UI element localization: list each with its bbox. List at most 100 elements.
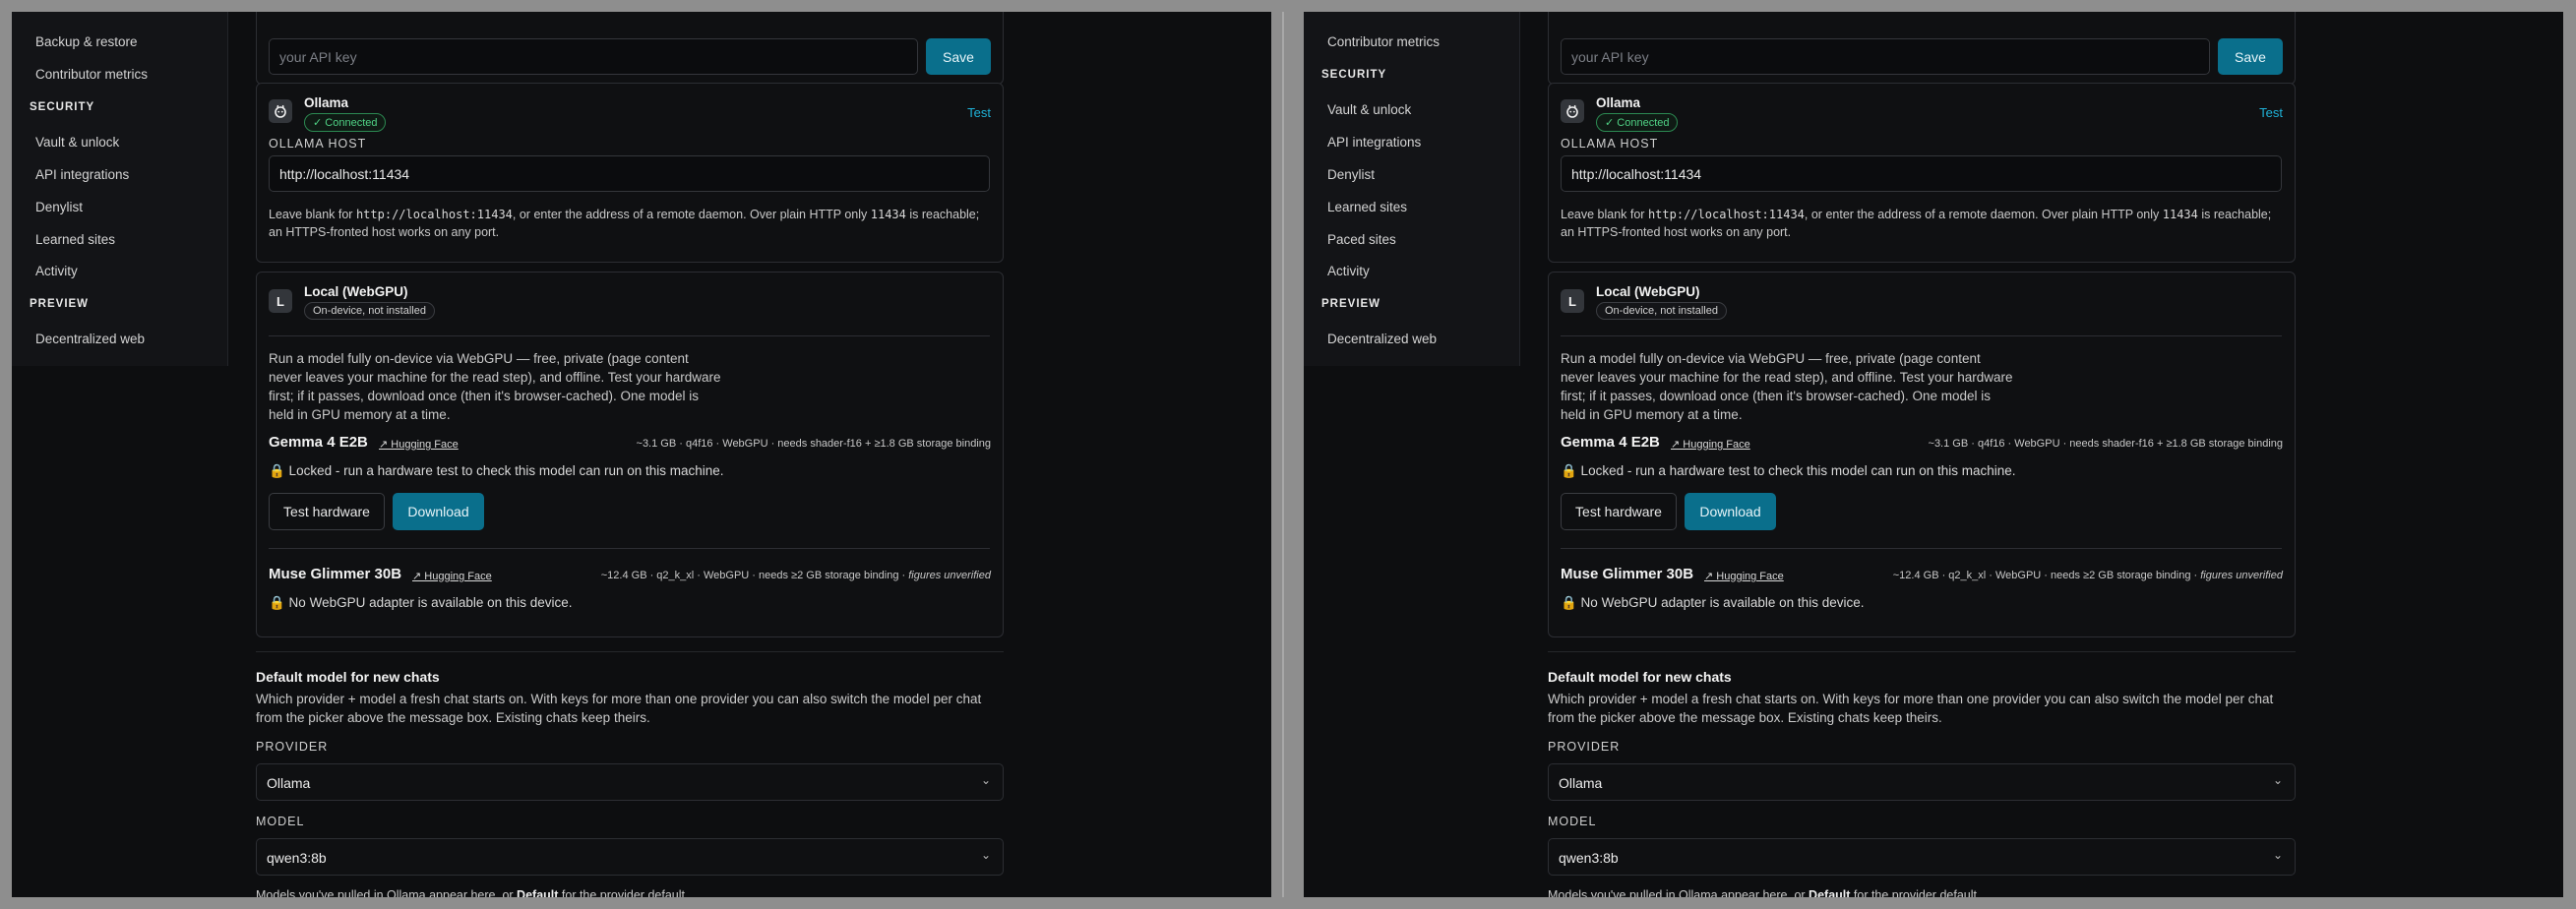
sidebar-item-activity[interactable]: Activity xyxy=(1327,264,1370,279)
test-hardware-button[interactable]: Test hardware xyxy=(269,493,385,530)
ollama-llama-icon xyxy=(269,99,292,123)
ollama-llama-icon xyxy=(1561,99,1584,123)
webgpu-description: Run a model fully on-device via WebGPU —… xyxy=(269,351,721,422)
section-divider xyxy=(256,651,1004,652)
ollama-card: Ollama ✓ Connected Test OLLAMA HOST Leav… xyxy=(256,83,1004,263)
default-model-description: Which provider + model a fresh chat star… xyxy=(256,692,982,725)
hugging-face-link[interactable]: ↗ Hugging Face xyxy=(379,438,459,451)
download-button[interactable]: Download xyxy=(393,493,484,530)
card-divider xyxy=(269,548,990,549)
sidebar-item-vault-unlock[interactable]: Vault & unlock xyxy=(35,135,119,151)
ollama-test-link[interactable]: Test xyxy=(2259,105,2283,120)
meta-text: ~3.1 GB · q4f16 · WebGPU · needs shader-… xyxy=(1928,438,2283,450)
model-help: Models you've pulled in Ollama appear he… xyxy=(1548,888,1980,897)
provider-value: Ollama xyxy=(267,775,311,791)
sidebar-item-denylist[interactable]: Denylist xyxy=(1327,167,1375,183)
model-meta-glimmer: ~12.4 GB · q2_k_xl · WebGPU · needs ≥2 G… xyxy=(601,570,991,581)
foot-text: for the provider default. xyxy=(1850,888,1981,897)
help-text: Leave blank for xyxy=(1561,208,1648,221)
provider-select[interactable]: Ollama ⌄ xyxy=(256,763,1004,801)
lock-status-glimmer: 🔒 No WebGPU adapter is available on this… xyxy=(269,595,573,610)
sidebar-item-learned-sites[interactable]: Learned sites xyxy=(35,232,115,248)
sidebar-item-decentralized-web[interactable]: Decentralized web xyxy=(1327,332,1437,347)
sidebar-item-activity[interactable]: Activity xyxy=(35,264,78,279)
sidebar-item-api-integrations[interactable]: API integrations xyxy=(1327,135,1421,151)
provider-label: PROVIDER xyxy=(256,740,329,754)
hugging-face-link[interactable]: ↗ Hugging Face xyxy=(412,570,492,582)
card-divider xyxy=(1561,335,2282,336)
sidebar-item-learned-sites[interactable]: Learned sites xyxy=(1327,200,1407,215)
meta-text: ~3.1 GB · q4f16 · WebGPU · needs shader-… xyxy=(636,438,991,450)
meta-text: ~12.4 GB · q2_k_xl · WebGPU · needs ≥2 G… xyxy=(600,570,909,581)
api-key-input[interactable] xyxy=(1561,38,2210,75)
provider-value: Ollama xyxy=(1559,775,1603,791)
connected-badge: ✓ Connected xyxy=(1596,113,1679,132)
model-select[interactable]: qwen3:8b ⌄ xyxy=(256,838,1004,876)
sidebar-item-contributor-metrics[interactable]: Contributor metrics xyxy=(35,67,148,83)
window-separator xyxy=(1282,12,1284,897)
download-button[interactable]: Download xyxy=(1685,493,1776,530)
webgpu-card: L Local (WebGPU) On-device, not installe… xyxy=(256,272,1004,637)
model-select[interactable]: qwen3:8b ⌄ xyxy=(1548,838,2296,876)
provider-name-ollama: Ollama xyxy=(304,95,349,110)
model-label: MODEL xyxy=(1548,815,1597,828)
help-code-port: 11434 xyxy=(870,208,906,221)
provider-label: PROVIDER xyxy=(1548,740,1621,754)
api-key-card: Save xyxy=(1548,12,2296,85)
sidebar-item-decentralized-web[interactable]: Decentralized web xyxy=(35,332,145,347)
sidebar-section-preview: PREVIEW xyxy=(1321,298,1381,310)
not-installed-badge: On-device, not installed xyxy=(1596,302,1727,320)
help-text: , or enter the address of a remote daemo… xyxy=(512,208,871,221)
model-help: Models you've pulled in Ollama appear he… xyxy=(256,888,688,897)
model-meta-gemma: ~3.1 GB · q4f16 · WebGPU · needs shader-… xyxy=(1929,438,2283,450)
default-model-description: Which provider + model a fresh chat star… xyxy=(1548,692,2274,725)
provider-select[interactable]: Ollama ⌄ xyxy=(1548,763,2296,801)
meta-note: figures unverified xyxy=(2200,570,2283,581)
provider-name-webgpu: Local (WebGPU) xyxy=(304,284,408,299)
ollama-card: Ollama ✓ Connected Test OLLAMA HOST Leav… xyxy=(1548,83,2296,263)
chevron-down-icon: ⌄ xyxy=(2272,848,2283,862)
api-key-card: Save xyxy=(256,12,1004,85)
sidebar-item-backup-restore[interactable]: Backup & restore xyxy=(35,34,138,50)
api-key-input[interactable] xyxy=(269,38,918,75)
ollama-host-label: OLLAMA HOST xyxy=(269,137,367,151)
hugging-face-link[interactable]: ↗ Hugging Face xyxy=(1704,570,1784,582)
settings-sidebar: Contributor metrics SECURITY Vault & unl… xyxy=(1304,12,1520,366)
ollama-host-input[interactable] xyxy=(269,155,990,192)
hugging-face-link[interactable]: ↗ Hugging Face xyxy=(1671,438,1750,451)
model-value: qwen3:8b xyxy=(1559,850,1619,866)
webgpu-card: L Local (WebGPU) On-device, not installe… xyxy=(1548,272,2296,637)
ollama-host-input[interactable] xyxy=(1561,155,2282,192)
help-code-host: http://localhost:11434 xyxy=(1647,208,1805,221)
model-name-gemma: Gemma 4 E2B xyxy=(1561,434,1660,451)
sidebar-section-security: SECURITY xyxy=(1321,69,1387,81)
save-button[interactable]: Save xyxy=(2218,38,2283,75)
test-hardware-button[interactable]: Test hardware xyxy=(1561,493,1677,530)
sidebar-item-vault-unlock[interactable]: Vault & unlock xyxy=(1327,102,1411,118)
model-meta-glimmer: ~12.4 GB · q2_k_xl · WebGPU · needs ≥2 G… xyxy=(1893,570,2283,581)
chevron-down-icon: ⌄ xyxy=(980,848,991,862)
provider-name-webgpu: Local (WebGPU) xyxy=(1596,284,1700,299)
help-text: , or enter the address of a remote daemo… xyxy=(1804,208,2163,221)
chevron-down-icon: ⌄ xyxy=(980,773,991,787)
model-meta-gemma: ~3.1 GB · q4f16 · WebGPU · needs shader-… xyxy=(637,438,991,450)
save-button[interactable]: Save xyxy=(926,38,991,75)
sidebar-item-contributor-metrics[interactable]: Contributor metrics xyxy=(1327,34,1440,50)
lock-status-gemma: 🔒 Locked - run a hardware test to check … xyxy=(1561,463,2016,478)
model-label: MODEL xyxy=(256,815,305,828)
ollama-host-label: OLLAMA HOST xyxy=(1561,137,1659,151)
not-installed-badge: On-device, not installed xyxy=(304,302,435,320)
local-tile-icon: L xyxy=(269,289,292,313)
sidebar-item-denylist[interactable]: Denylist xyxy=(35,200,83,215)
foot-text: for the provider default. xyxy=(558,888,689,897)
foot-bold: Default xyxy=(1809,888,1851,897)
ollama-test-link[interactable]: Test xyxy=(967,105,991,120)
model-value: qwen3:8b xyxy=(267,850,327,866)
section-divider xyxy=(1548,651,2296,652)
sidebar-item-paced-sites[interactable]: Paced sites xyxy=(1327,232,1396,248)
default-model-title: Default model for new chats xyxy=(1548,669,1732,685)
model-name-glimmer: Muse Glimmer 30B xyxy=(1561,566,1694,582)
sidebar-item-api-integrations[interactable]: API integrations xyxy=(35,167,129,183)
settings-window-right: Contributor metrics SECURITY Vault & unl… xyxy=(1304,12,2563,897)
settings-window-left: Backup & restore Contributor metrics SEC… xyxy=(12,12,1271,897)
